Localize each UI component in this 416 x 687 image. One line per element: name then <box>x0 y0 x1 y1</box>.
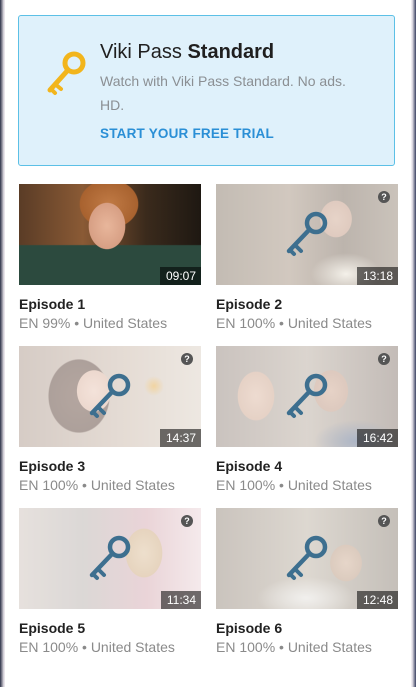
episode-card-1[interactable]: 09:07 Episode 1 EN 99% • United States <box>19 184 201 331</box>
episode-title: Episode 1 <box>19 296 86 312</box>
help-icon[interactable]: ? <box>378 191 390 203</box>
episode-subtitle-info: EN 100% • United States <box>216 477 372 493</box>
episode-title: Episode 4 <box>216 458 283 474</box>
episode-subtitle-info: EN 100% • United States <box>19 639 175 655</box>
episode-card-6[interactable]: ? 12:48 Episode 6 EN 100% • United State… <box>216 508 398 655</box>
start-free-trial-link[interactable]: START YOUR FREE TRIAL <box>100 126 274 141</box>
episode-card-4[interactable]: ? 16:42 Episode 4 EN 100% • United State… <box>216 346 398 493</box>
promo-title: Viki Pass Standard <box>100 41 275 63</box>
episode-card-3[interactable]: ? 14:37 Episode 3 EN 100% • United State… <box>19 346 201 493</box>
episodes-panel: Viki Pass Standard Watch with Viki Pass … <box>5 0 411 687</box>
episode-title: Episode 6 <box>216 620 283 636</box>
episode-card-5[interactable]: ? 11:34 Episode 5 EN 100% • United State… <box>19 508 201 655</box>
gold-key-icon <box>47 51 86 95</box>
viki-pass-promo: Viki Pass Standard Watch with Viki Pass … <box>18 15 395 166</box>
blue-key-icon <box>286 211 328 256</box>
episode-thumbnail[interactable]: 09:07 <box>19 184 201 285</box>
episode-duration: 14:37 <box>159 429 201 447</box>
help-icon[interactable]: ? <box>181 353 193 365</box>
episode-subtitle-info: EN 99% • United States <box>19 315 168 331</box>
help-icon[interactable]: ? <box>181 515 193 527</box>
episode-duration: 09:07 <box>159 267 201 285</box>
promo-description: Watch with Viki Pass Standard. No ads. H… <box>100 73 346 113</box>
blue-key-icon <box>89 373 131 418</box>
episode-subtitle-info: EN 100% • United States <box>216 639 372 655</box>
episode-thumbnail[interactable]: ? 11:34 <box>19 508 201 609</box>
episode-duration: 12:48 <box>356 591 398 609</box>
help-icon[interactable]: ? <box>378 353 390 365</box>
episode-subtitle-info: EN 100% • United States <box>19 477 175 493</box>
episode-thumbnail[interactable]: ? 16:42 <box>216 346 398 447</box>
episode-title: Episode 5 <box>19 620 86 636</box>
blue-key-icon <box>286 373 328 418</box>
episode-thumbnail[interactable]: ? 12:48 <box>216 508 398 609</box>
episode-thumbnail[interactable]: ? 13:18 <box>216 184 398 285</box>
blue-key-icon <box>286 535 328 580</box>
help-icon[interactable]: ? <box>378 515 390 527</box>
episode-title: Episode 3 <box>19 458 86 474</box>
episode-card-2[interactable]: ? 13:18 Episode 2 EN 100% • United State… <box>216 184 398 331</box>
episode-title: Episode 2 <box>216 296 283 312</box>
episode-subtitle-info: EN 100% • United States <box>216 315 372 331</box>
episode-duration: 16:42 <box>356 429 398 447</box>
episode-duration: 11:34 <box>160 591 201 609</box>
episode-thumbnail[interactable]: ? 14:37 <box>19 346 201 447</box>
episode-duration: 13:18 <box>356 267 398 285</box>
blue-key-icon <box>89 535 131 580</box>
